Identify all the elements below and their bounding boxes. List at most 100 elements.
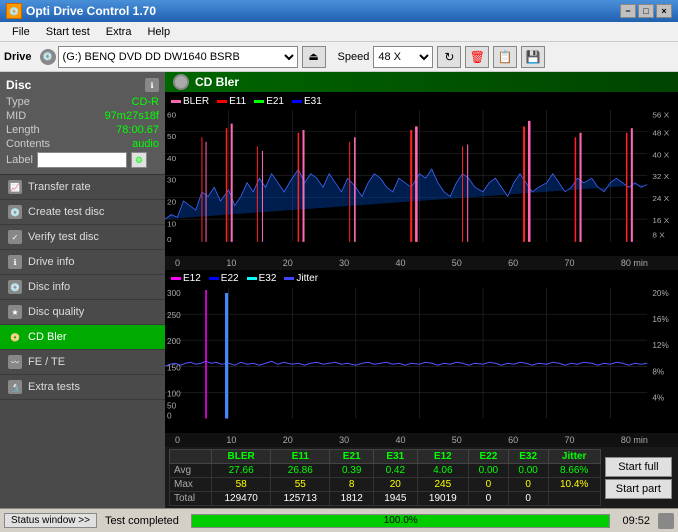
row-total-e12: 19019 <box>417 492 468 506</box>
erase-button[interactable]: 🗑 <box>465 46 489 68</box>
row-avg-e12: 4.06 <box>417 464 468 478</box>
col-header-e12: E12 <box>417 450 468 464</box>
label-gear-button[interactable]: ⚙ <box>131 152 147 168</box>
col-header-blank <box>170 450 212 464</box>
eject-button[interactable]: ⏏ <box>302 46 326 68</box>
lower-x-axis: 0 10 20 30 40 50 60 70 80 min <box>165 433 678 447</box>
svg-text:16 X: 16 X <box>652 216 669 224</box>
save-button[interactable]: 💾 <box>521 46 545 68</box>
menu-help[interactable]: Help <box>139 24 178 40</box>
svg-text:32 X: 32 X <box>652 173 669 181</box>
sidebar-label-disc-quality: Disc quality <box>28 306 84 318</box>
row-max-bler: 58 <box>212 478 271 492</box>
cd-bler-icon: 📀 <box>8 330 22 344</box>
row-total-e32: 0 <box>508 492 548 506</box>
sidebar-label-transfer-rate: Transfer rate <box>28 181 91 193</box>
sidebar-item-extra-tests[interactable]: 🔬 Extra tests <box>0 375 165 400</box>
sidebar-label-verify-test-disc: Verify test disc <box>28 231 99 243</box>
create-test-disc-icon: 💿 <box>8 205 22 219</box>
row-avg-e22: 0.00 <box>469 464 509 478</box>
chart-header: CD Bler <box>165 72 678 92</box>
speed-select[interactable]: 4 X8 X16 X24 X32 X40 X48 X <box>373 46 433 68</box>
bler-color <box>171 100 181 103</box>
upper-chart-legend: BLER E11 E21 E31 <box>165 92 678 110</box>
disc-panel-title: Disc <box>6 78 31 92</box>
row-avg-e11: 26.86 <box>271 464 330 478</box>
title-bar: 💿 Opti Drive Control 1.70 − □ × <box>0 0 678 22</box>
label-input[interactable] <box>37 152 127 168</box>
col-header-e21: E21 <box>330 450 374 464</box>
table-container: BLER E11 E21 E31 E12 E22 E32 Jitter Avg <box>165 447 678 508</box>
col-header-e32: E32 <box>508 450 548 464</box>
row-max-e21: 8 <box>330 478 374 492</box>
start-full-button[interactable]: Start full <box>605 457 672 477</box>
disc-info-icon2: 💿 <box>8 280 22 294</box>
sidebar-item-create-test-disc[interactable]: 💿 Create test disc <box>0 200 165 225</box>
e21-color <box>254 100 264 103</box>
legend-jitter: Jitter <box>284 273 318 284</box>
copy-button[interactable]: 📋 <box>493 46 517 68</box>
e11-color <box>217 100 227 103</box>
progress-bar-container: 100.0% <box>191 514 611 528</box>
upper-x-axis: 0 10 20 30 40 50 60 70 80 min <box>165 256 678 270</box>
svg-text:48 X: 48 X <box>652 129 669 137</box>
sidebar: Disc ℹ Type CD-R MID 97m27s18f Length 78… <box>0 72 165 508</box>
mid-value: 97m27s18f <box>105 110 159 122</box>
svg-text:40: 40 <box>167 154 176 162</box>
lower-x-axis-labels: 0 10 20 30 40 50 60 70 80 min <box>175 435 648 445</box>
sidebar-label-drive-info: Drive info <box>28 256 74 268</box>
maximize-button[interactable]: □ <box>638 4 654 18</box>
row-avg-bler: 27.66 <box>212 464 271 478</box>
svg-text:8%: 8% <box>652 367 664 376</box>
svg-text:40 X: 40 X <box>652 151 669 159</box>
svg-text:250: 250 <box>167 311 181 320</box>
menu-extra[interactable]: Extra <box>98 24 140 40</box>
svg-text:24 X: 24 X <box>652 194 669 202</box>
disc-info-icon[interactable]: ℹ <box>145 78 159 92</box>
window-controls: − □ × <box>620 4 672 18</box>
sidebar-item-transfer-rate[interactable]: 📈 Transfer rate <box>0 175 165 200</box>
sidebar-item-disc-quality[interactable]: ★ Disc quality <box>0 300 165 325</box>
menu-bar: File Start test Extra Help <box>0 22 678 42</box>
col-header-jitter: Jitter <box>548 450 600 464</box>
svg-text:0: 0 <box>167 411 172 420</box>
sidebar-item-disc-info[interactable]: 💿 Disc info <box>0 275 165 300</box>
chart-title: CD Bler <box>195 75 239 89</box>
row-total-bler: 129470 <box>212 492 271 506</box>
col-header-e31: E31 <box>374 450 418 464</box>
svg-text:200: 200 <box>167 337 181 346</box>
row-max-e11: 55 <box>271 478 330 492</box>
jitter-color <box>284 277 294 280</box>
row-total-e22: 0 <box>469 492 509 506</box>
close-button[interactable]: × <box>656 4 672 18</box>
drive-icon: 💿 <box>40 49 56 65</box>
progress-text: 100.0% <box>192 515 610 527</box>
sidebar-item-drive-info[interactable]: ℹ Drive info <box>0 250 165 275</box>
row-avg-label: Avg <box>170 464 212 478</box>
svg-text:30: 30 <box>167 176 176 184</box>
transfer-rate-icon: 📈 <box>8 180 22 194</box>
svg-text:60: 60 <box>167 111 176 119</box>
contents-value: audio <box>132 138 159 150</box>
app-icon: 💿 <box>6 3 22 19</box>
menu-file[interactable]: File <box>4 24 38 40</box>
sidebar-label-disc-info: Disc info <box>28 281 70 293</box>
sidebar-item-verify-test-disc[interactable]: ✓ Verify test disc <box>0 225 165 250</box>
svg-text:10: 10 <box>167 220 176 228</box>
fe-te-icon: 〰 <box>8 355 22 369</box>
menu-start-test[interactable]: Start test <box>38 24 98 40</box>
contents-label: Contents <box>6 138 50 150</box>
drive-select[interactable]: (G:) BENQ DVD DD DW1640 BSRB <box>58 46 298 68</box>
sidebar-item-cd-bler[interactable]: 📀 CD Bler <box>0 325 165 350</box>
svg-text:56 X: 56 X <box>652 111 669 119</box>
minimize-button[interactable]: − <box>620 4 636 18</box>
sidebar-item-fe-te[interactable]: 〰 FE / TE <box>0 350 165 375</box>
length-value: 78:00.67 <box>116 124 159 136</box>
refresh-button[interactable]: ↻ <box>437 46 461 68</box>
start-part-button[interactable]: Start part <box>605 479 672 499</box>
row-total-jitter <box>548 492 600 506</box>
status-window-button[interactable]: Status window >> <box>4 513 97 528</box>
e31-label: E31 <box>304 96 322 107</box>
lower-chart-legend: E12 E22 E32 Jitter <box>165 270 678 288</box>
lower-chart-svg: 300 250 200 150 100 50 0 20% 16% 12% 8% … <box>165 288 678 434</box>
